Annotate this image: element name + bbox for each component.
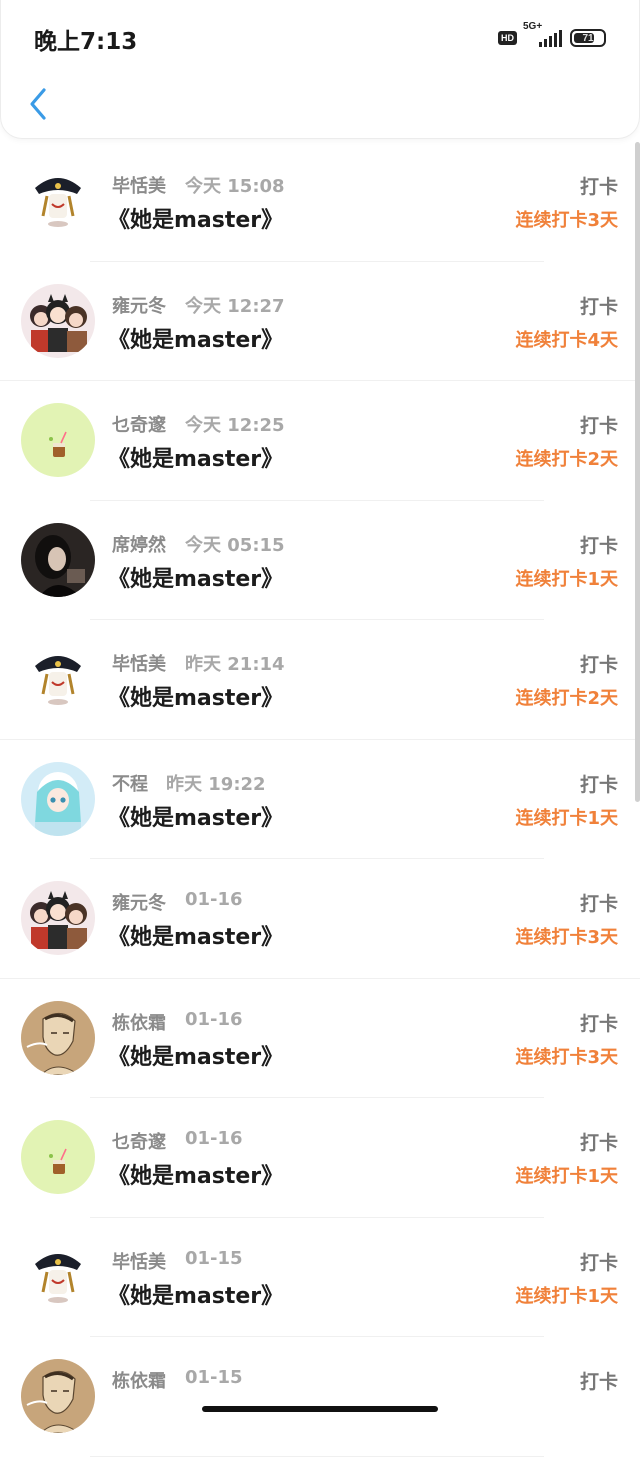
user-name[interactable]: 乜奇邃 — [112, 1128, 166, 1154]
divider — [90, 1455, 544, 1457]
user-name[interactable]: 毕恬美 — [112, 172, 166, 198]
checkin-time: 今天 12:27 — [185, 295, 285, 317]
checkin-row[interactable]: 不程 昨天 19:22 《她是master》 打卡连续打卡1天 — [0, 740, 640, 859]
avatar[interactable] — [21, 403, 95, 477]
user-name[interactable]: 毕恬美 — [112, 650, 166, 676]
book-title[interactable]: 《她是master》 — [108, 1039, 283, 1071]
avatar[interactable] — [21, 1000, 95, 1075]
user-name[interactable]: 乜奇邃 — [112, 411, 166, 437]
book-title[interactable]: 《她是master》 — [108, 680, 283, 712]
streak-label: 连续打卡1天 — [515, 1166, 618, 1187]
streak-label: 连续打卡3天 — [515, 210, 618, 231]
streak-label: 连续打卡1天 — [515, 568, 618, 590]
book-title[interactable]: 《她是master》 — [108, 561, 283, 593]
checkin-time: 01-16 — [185, 889, 243, 910]
scrollbar[interactable] — [635, 142, 640, 802]
checkin-label: 打卡 — [579, 773, 618, 796]
user-name[interactable]: 雍元冬 — [112, 292, 166, 318]
checkin-time: 今天 15:08 — [185, 176, 285, 197]
checkin-row[interactable]: 席婷然 今天 05:15 《她是master》 打卡连续打卡1天 — [0, 501, 640, 620]
book-title[interactable]: 《她是master》 — [108, 1158, 283, 1190]
checkin-row[interactable]: 毕恬美 今天 15:08 《她是master》 打卡连续打卡3天 — [0, 142, 640, 262]
user-name[interactable]: 毕恬美 — [112, 1248, 166, 1274]
checkin-time: 今天 12:25 — [185, 415, 285, 436]
avatar[interactable] — [21, 881, 95, 955]
streak-label: 连续打卡3天 — [515, 1046, 618, 1068]
avatar[interactable] — [21, 1239, 95, 1314]
checkin-time: 01-15 — [185, 1247, 243, 1269]
checkin-label: 打卡 — [579, 534, 618, 557]
checkin-label: 打卡 — [579, 415, 618, 437]
checkin-label: 打卡 — [579, 176, 618, 198]
chevron-left-icon — [30, 88, 46, 120]
book-title[interactable]: 《她是master》 — [108, 800, 283, 832]
book-title[interactable]: 《她是master》 — [108, 322, 283, 354]
streak-label: 连续打卡1天 — [515, 1285, 618, 1307]
checkin-row[interactable]: 毕恬美 01-15 《她是master》 打卡连续打卡1天 — [0, 1218, 640, 1337]
avatar[interactable] — [21, 761, 95, 836]
user-name[interactable]: 栋依霜 — [112, 1367, 166, 1393]
checkin-label: 打卡 — [579, 1132, 618, 1154]
back-button[interactable] — [21, 84, 55, 124]
avatar[interactable] — [21, 283, 95, 358]
checkin-row[interactable]: 乜奇邃 01-16 《她是master》 打卡连续打卡1天 — [0, 1098, 640, 1218]
user-name[interactable]: 席婷然 — [112, 531, 166, 557]
home-indicator[interactable] — [202, 1406, 438, 1412]
checkin-row[interactable]: 毕恬美 昨天 21:14 《她是master》 打卡连续打卡2天 — [0, 620, 640, 740]
avatar[interactable] — [21, 642, 95, 716]
avatar[interactable] — [21, 1359, 95, 1433]
avatar[interactable] — [21, 522, 95, 597]
checkin-time: 今天 05:15 — [185, 534, 285, 556]
streak-label: 连续打卡3天 — [515, 927, 618, 948]
streak-label: 连续打卡4天 — [515, 329, 618, 351]
streak-label: 连续打卡1天 — [515, 807, 618, 829]
checkin-time: 01-15 — [185, 1367, 243, 1388]
book-title[interactable]: 《她是master》 — [108, 441, 283, 473]
checkin-label: 打卡 — [579, 1371, 618, 1393]
user-name[interactable]: 雍元冬 — [112, 889, 166, 915]
avatar[interactable] — [21, 164, 95, 238]
checkin-row[interactable]: 乜奇邃 今天 12:25 《她是master》 打卡连续打卡2天 — [0, 381, 640, 501]
checkin-time: 01-16 — [185, 1128, 243, 1149]
streak-label: 连续打卡2天 — [515, 688, 618, 709]
streak-label: 连续打卡2天 — [515, 449, 618, 470]
checkin-time: 01-16 — [185, 1008, 243, 1030]
checkin-label: 打卡 — [579, 893, 618, 915]
user-name[interactable]: 不程 — [112, 770, 148, 796]
book-title[interactable]: 《她是master》 — [108, 919, 283, 951]
checkin-label: 打卡 — [579, 1012, 618, 1035]
book-title[interactable]: 《她是master》 — [108, 202, 283, 234]
book-title[interactable]: 《她是master》 — [108, 1278, 283, 1310]
checkin-label: 打卡 — [579, 295, 618, 318]
checkin-row[interactable]: 雍元冬 01-16 《她是master》 打卡连续打卡3天 — [0, 859, 640, 979]
checkin-time: 昨天 19:22 — [166, 773, 266, 795]
checkin-time: 昨天 21:14 — [185, 654, 285, 675]
user-name[interactable]: 栋依霜 — [112, 1009, 166, 1035]
checkin-label: 打卡 — [579, 654, 618, 676]
checkin-row[interactable]: 雍元冬 今天 12:27 《她是master》 打卡连续打卡4天 — [0, 262, 640, 381]
checkin-list: 毕恬美 今天 15:08 《她是master》 打卡 连续打卡3天 雍元冬 今天 12:27… — [0, 142, 640, 1457]
checkin-label: 打卡 — [579, 1251, 618, 1274]
header-bar — [0, 0, 640, 139]
checkin-row[interactable]: 栋依霜 01-16 《她是master》 打卡连续打卡3天 — [0, 979, 640, 1098]
avatar[interactable] — [21, 1120, 95, 1194]
checkin-row[interactable]: 栋依霜 01-15 打卡 — [0, 1337, 640, 1457]
